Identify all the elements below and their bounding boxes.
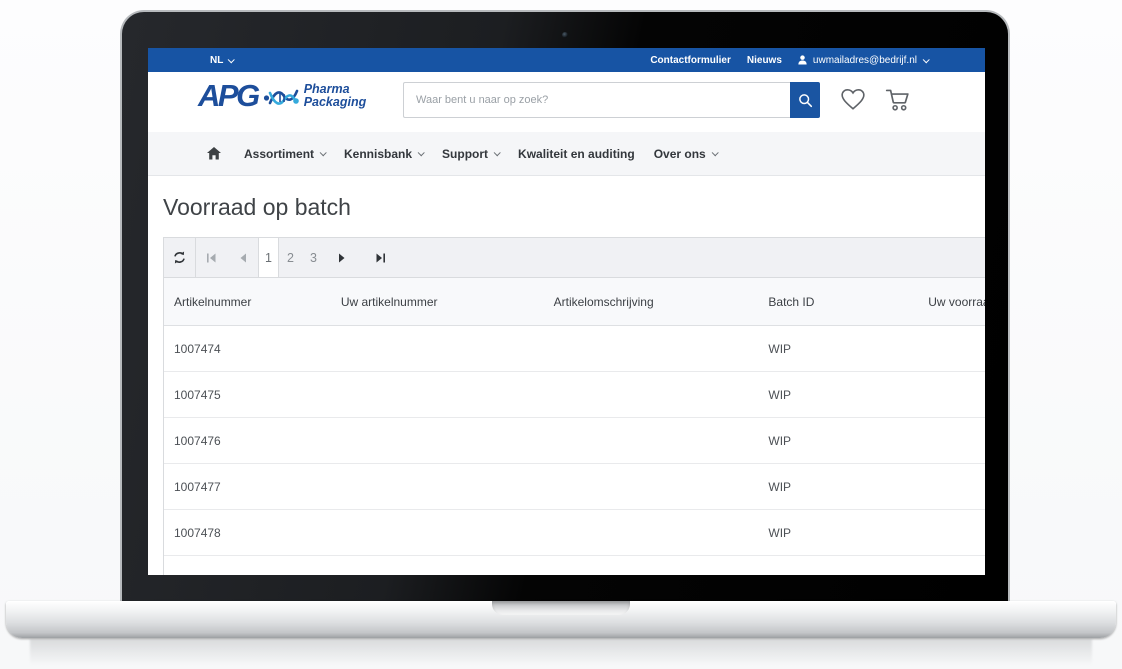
pager-page-3[interactable]: 3	[302, 251, 325, 265]
chevron-down-icon	[320, 149, 327, 156]
refresh-icon	[172, 250, 187, 265]
dna-logo-icon	[263, 81, 299, 111]
logo-tagline: Pharma Packaging	[304, 83, 367, 109]
table-row: 1007475 WIP	[164, 372, 985, 418]
cell-batch-id: WIP	[758, 526, 918, 540]
laptop-base	[6, 601, 1116, 638]
table-header-row: Artikelnummer Uw artikelnummer Artikelom…	[164, 278, 985, 326]
refresh-button[interactable]	[164, 238, 196, 277]
nav-item-assortiment[interactable]: Assortiment	[244, 147, 325, 161]
laptop-base-notch	[492, 601, 630, 615]
cell-batch-id: WIP	[758, 434, 918, 448]
nav-item-kennisbank[interactable]: Kennisbank	[344, 147, 423, 161]
nav-label: Kennisbank	[344, 147, 412, 161]
table-row: 1007476 WIP	[164, 418, 985, 464]
stock-grid: 1 2 3	[163, 237, 985, 575]
table-row: 1007477 WIP	[164, 464, 985, 510]
cell-artikelnummer: 1007474	[164, 342, 331, 356]
search-box	[403, 82, 820, 118]
nav-label: Assortiment	[244, 147, 314, 161]
nav-item-kwaliteit-en-auditing[interactable]: Kwaliteit en auditing	[518, 147, 635, 161]
pager-page-2[interactable]: 2	[279, 251, 302, 265]
nav-label: Kwaliteit en auditing	[518, 147, 635, 161]
cart-icon	[885, 88, 912, 112]
chevron-down-icon	[923, 56, 930, 63]
heart-icon	[840, 88, 866, 111]
table-row: 1007474 WIP	[164, 326, 985, 372]
cell-artikelnummer: 1007478	[164, 526, 331, 540]
search-input[interactable]	[403, 82, 790, 118]
tagline-line2: Packaging	[304, 96, 367, 109]
cell-artikelnummer: 1007476	[164, 434, 331, 448]
language-selector[interactable]: NL	[210, 55, 233, 66]
nav-label: Support	[442, 147, 488, 161]
first-page-icon	[206, 253, 217, 263]
next-page-icon	[338, 253, 346, 263]
pager-last-button[interactable]	[367, 238, 393, 277]
cell-artikelnummer: 1007475	[164, 388, 331, 402]
main-navigation: Assortiment Kennisbank Support Kwaliteit…	[148, 132, 985, 176]
favorites-button[interactable]	[840, 88, 866, 111]
user-icon	[798, 55, 807, 65]
column-header-artikelomschrijving[interactable]: Artikelomschrijving	[544, 295, 759, 309]
main-content: Voorraad op batch	[148, 176, 985, 575]
site-header: APG Pharma Packaging	[148, 72, 985, 132]
pager-next-button[interactable]	[325, 238, 359, 277]
logo-brand-text: APG	[198, 81, 258, 111]
column-header-uw-voorraad[interactable]: Uw voorraad	[918, 295, 985, 309]
chevron-down-icon	[418, 149, 425, 156]
cell-batch-id: WIP	[758, 388, 918, 402]
column-header-batch-id[interactable]: Batch ID	[758, 295, 918, 309]
webcam-icon	[562, 32, 568, 38]
chevron-down-icon	[228, 56, 235, 63]
pager-page-1-current[interactable]: 1	[258, 238, 279, 277]
column-header-uw-artikelnummer[interactable]: Uw artikelnummer	[331, 295, 544, 309]
account-email: uwmailadres@bedrijf.nl	[813, 55, 917, 66]
laptop-reflection	[30, 639, 1092, 665]
cell-batch-id: WIP	[758, 342, 918, 356]
nav-item-support[interactable]: Support	[442, 147, 499, 161]
browser-viewport: NL Contactformulier Nieuws uwmailadres@b…	[148, 48, 985, 575]
cell-batch-id: WIP	[758, 480, 918, 494]
cell-artikelnummer: 1007477	[164, 480, 331, 494]
desktop-background: NL Contactformulier Nieuws uwmailadres@b…	[0, 0, 1122, 669]
laptop-screen-bezel: NL Contactformulier Nieuws uwmailadres@b…	[120, 10, 1010, 602]
topbar-links: Contactformulier Nieuws uwmailadres@bedr…	[650, 55, 928, 66]
prev-page-icon	[239, 253, 247, 263]
page-title: Voorraad op batch	[163, 194, 351, 221]
last-page-icon	[375, 253, 386, 263]
column-header-artikelnummer[interactable]: Artikelnummer	[164, 295, 331, 309]
home-icon	[207, 147, 221, 160]
account-menu[interactable]: uwmailadres@bedrijf.nl	[798, 55, 928, 66]
chevron-down-icon	[494, 149, 501, 156]
nieuws-link[interactable]: Nieuws	[747, 55, 782, 66]
contactformulier-link[interactable]: Contactformulier	[650, 55, 731, 66]
pager-prev-button[interactable]	[227, 238, 258, 277]
grid-pager: 1 2 3	[164, 237, 985, 278]
language-label: NL	[210, 55, 223, 66]
nav-home-button[interactable]	[207, 147, 221, 160]
top-utility-bar: NL Contactformulier Nieuws uwmailadres@b…	[148, 48, 985, 72]
chevron-down-icon	[711, 149, 718, 156]
table-row-partial	[164, 556, 985, 575]
table-row: 1007478 WIP	[164, 510, 985, 556]
nav-label: Over ons	[654, 147, 706, 161]
search-icon	[798, 93, 813, 108]
nav-item-over-ons[interactable]: Over ons	[654, 147, 717, 161]
pager-first-button[interactable]	[196, 238, 227, 277]
search-button[interactable]	[790, 82, 820, 118]
company-logo[interactable]: APG Pharma Packaging	[198, 81, 366, 111]
cart-button[interactable]	[885, 88, 912, 112]
